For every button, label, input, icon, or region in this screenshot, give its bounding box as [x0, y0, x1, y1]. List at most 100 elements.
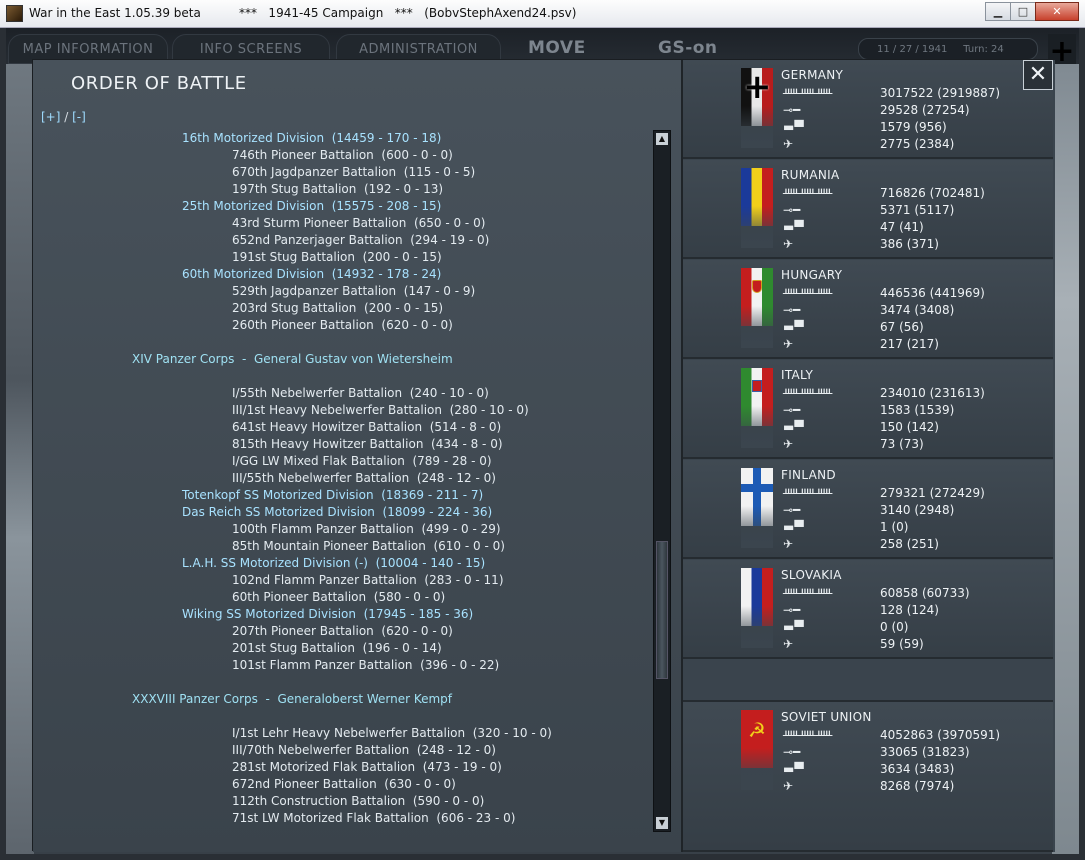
battalion-row[interactable]: 815th Heavy Howitzer Battalion (434 - 8 …	[232, 436, 503, 453]
nation-name: GERMANY	[781, 68, 844, 82]
germany-flag-icon: +	[741, 68, 773, 148]
men-count: 234010 (231613)	[880, 386, 985, 400]
tank-icon: ▬▀	[783, 520, 804, 534]
tank-icon: ▬▀	[783, 320, 804, 334]
soldiers-icon: ᚊᚊᚊ	[783, 728, 833, 742]
expand-all-button[interactable]: [+]	[41, 110, 60, 124]
map-background-right	[1052, 64, 1079, 854]
gun-icon: ⊸━	[783, 203, 801, 217]
aircraft-count: 59 (59)	[880, 637, 924, 651]
afv-count: 1 (0)	[880, 520, 909, 534]
battalion-row[interactable]: 529th Jagdpanzer Battalion (147 - 0 - 9)	[232, 283, 475, 300]
italy-flag-icon	[741, 368, 773, 448]
gun-count: 5371 (5117)	[880, 203, 955, 217]
tank-icon: ▬▀	[783, 120, 804, 134]
battalion-row[interactable]: III/55th Nebelwerfer Battalion (248 - 12…	[232, 470, 496, 487]
battalion-row[interactable]: 641st Heavy Howitzer Battalion (514 - 8 …	[232, 419, 501, 436]
battalion-row[interactable]: 201st Stug Battalion (196 - 0 - 14)	[232, 640, 442, 657]
afv-count: 150 (142)	[880, 420, 939, 434]
division-row[interactable]: 16th Motorized Division (14459 - 170 - 1…	[182, 130, 441, 147]
division-row[interactable]: Wiking SS Motorized Division (17945 - 18…	[182, 606, 473, 623]
nation-block-germany[interactable]: + GERMANY ᚊᚊᚊ 3017522 (2919887) ⊸━ 29528 (272…	[683, 60, 1053, 159]
battalion-row[interactable]: III/1st Heavy Nebelwerfer Battalion (280…	[232, 402, 529, 419]
gs-toggle-button[interactable]: GS-on	[658, 38, 718, 58]
battalion-row[interactable]: 670th Jagdpanzer Battalion (115 - 0 - 5)	[232, 164, 475, 181]
battalion-row[interactable]: III/70th Nebelwerfer Battalion (248 - 12…	[232, 742, 496, 759]
nation-name: ITALY	[781, 368, 814, 382]
battalion-row[interactable]: 281st Motorized Flak Battalion (473 - 19…	[232, 759, 502, 776]
men-count: 60858 (60733)	[880, 586, 970, 600]
date-turn-display: 11 / 27 / 1941 Turn: 24	[858, 38, 1038, 60]
battalion-row[interactable]: 85th Mountain Pioneer Battalion (610 - 0…	[232, 538, 505, 555]
aircraft-icon: ✈	[783, 537, 794, 551]
aircraft-icon: ✈	[783, 637, 794, 651]
battalion-row[interactable]: 101st Flamm Panzer Battalion (396 - 0 - …	[232, 657, 499, 674]
aircraft-icon: ✈	[783, 237, 794, 251]
division-row[interactable]: Totenkopf SS Motorized Division (18369 -…	[182, 487, 483, 504]
corps-row[interactable]: XXXVIII Panzer Corps - Generaloberst Wer…	[132, 691, 452, 708]
close-panel-button[interactable]: ✕	[1023, 60, 1053, 90]
battalion-row[interactable]: 112th Construction Battalion (590 - 0 - …	[232, 793, 484, 810]
tank-icon: ▬▀	[783, 220, 804, 234]
aircraft-count: 8268 (7974)	[880, 779, 955, 793]
division-row[interactable]: 25th Motorized Division (15575 - 208 - 1…	[182, 198, 441, 215]
tank-icon: ▬▀	[783, 762, 804, 776]
corps-row[interactable]: XIV Panzer Corps - General Gustav von Wi…	[132, 351, 453, 368]
division-row[interactable]: L.A.H. SS Motorized Division (-) (10004 …	[182, 555, 485, 572]
nation-name: SLOVAKIA	[781, 568, 842, 582]
men-count: 4052863 (3970591)	[880, 728, 1001, 742]
scroll-up-arrow-icon[interactable]: ▲	[656, 133, 668, 145]
unit-list: 16th Motorized Division (14459 - 170 - 1…	[33, 130, 653, 830]
nation-block-slovakia[interactable]: SLOVAKIA ᚊᚊᚊ 60858 (60733) ⊸━ 128 (124) ▬▀ 0 (…	[683, 560, 1053, 659]
turn-text: Turn: 24	[963, 44, 1004, 55]
nation-block-italy[interactable]: ITALY ᚊᚊᚊ 234010 (231613) ⊸━ 1583 (1539) ▬▀ 15…	[683, 360, 1053, 459]
battalion-row[interactable]: I/55th Nebelwerfer Battalion (240 - 10 -…	[232, 385, 489, 402]
soldiers-icon: ᚊᚊᚊ	[783, 286, 833, 300]
battalion-row[interactable]: 207th Pioneer Battalion (620 - 0 - 0)	[232, 623, 453, 640]
division-row[interactable]: Das Reich SS Motorized Division (18099 -…	[182, 504, 492, 521]
collapse-all-button[interactable]: [-]	[72, 110, 86, 124]
move-button[interactable]: MOVE	[528, 38, 586, 58]
gun-count: 3140 (2948)	[880, 503, 955, 517]
slovakia-flag-icon	[741, 568, 773, 648]
afv-count: 47 (41)	[880, 220, 924, 234]
battalion-row[interactable]: 191st Stug Battalion (200 - 0 - 15)	[232, 249, 442, 266]
aircraft-icon: ✈	[783, 337, 794, 351]
gun-count: 33065 (31823)	[880, 745, 970, 759]
battalion-row[interactable]: 100th Flamm Panzer Battalion (499 - 0 - …	[232, 521, 501, 538]
soldiers-icon: ᚊᚊᚊ	[783, 86, 833, 100]
window-title: War in the East 1.05.39 beta *** 1941-45…	[29, 6, 577, 20]
nation-name: HUNGARY	[781, 268, 843, 282]
battalion-row[interactable]: I/1st Lehr Heavy Nebelwerfer Battalion (…	[232, 725, 552, 742]
battalion-row[interactable]: 60th Pioneer Battalion (580 - 0 - 0)	[232, 589, 445, 606]
scroll-thumb[interactable]	[656, 541, 668, 679]
nation-block-hungary[interactable]: HUNGARY ᚊᚊᚊ 446536 (441969) ⊸━ 3474 (3408) ▬▀…	[683, 260, 1053, 359]
division-row[interactable]: 60th Motorized Division (14932 - 178 - 2…	[182, 266, 441, 283]
battalion-row[interactable]: 197th Stug Battalion (192 - 0 - 13)	[232, 181, 443, 198]
battalion-row[interactable]: 203rd Stug Battalion (200 - 0 - 15)	[232, 300, 443, 317]
gun-count: 29528 (27254)	[880, 103, 970, 117]
battalion-row[interactable]: 652nd Panzerjager Battalion (294 - 19 - …	[232, 232, 489, 249]
battalion-row[interactable]: 260th Pioneer Battalion (620 - 0 - 0)	[232, 317, 453, 334]
close-window-button[interactable]: ✕	[1035, 2, 1079, 21]
men-count: 279321 (272429)	[880, 486, 985, 500]
gun-count: 1583 (1539)	[880, 403, 955, 417]
battalion-row[interactable]: 746th Pioneer Battalion (600 - 0 - 0)	[232, 147, 453, 164]
soldiers-icon: ᚊᚊᚊ	[783, 586, 833, 600]
battalion-row[interactable]: 672nd Pioneer Battalion (630 - 0 - 0)	[232, 776, 456, 793]
title-bar[interactable]: War in the East 1.05.39 beta *** 1941-45…	[0, 0, 1085, 28]
aircraft-icon: ✈	[783, 437, 794, 451]
soldiers-icon: ᚊᚊᚊ	[783, 486, 833, 500]
expand-separator: /	[60, 110, 73, 124]
nation-block-soviet[interactable]: ☭ SOVIET UNION ᚊᚊᚊ 4052863 (3970591) ⊸━ 33065…	[683, 700, 1053, 852]
battalion-row[interactable]: I/GG LW Mixed Flak Battalion (789 - 28 -…	[232, 453, 492, 470]
battalion-row[interactable]: 102nd Flamm Panzer Battalion (283 - 0 - …	[232, 572, 504, 589]
nation-block-finland[interactable]: FINLAND ᚊᚊᚊ 279321 (272429) ⊸━ 3140 (2948) ▬▀…	[683, 460, 1053, 559]
battalion-row[interactable]: 43rd Sturm Pioneer Battalion (650 - 0 - …	[232, 215, 485, 232]
battalion-row[interactable]: 71st LW Motorized Flak Battalion (606 - …	[232, 810, 515, 827]
scroll-down-arrow-icon[interactable]: ▼	[656, 817, 668, 829]
maximize-button[interactable]: □	[1010, 2, 1036, 21]
minimize-button[interactable]: ▁	[985, 2, 1011, 21]
list-scrollbar[interactable]: ▲ ▼	[653, 130, 671, 832]
nation-block-rumania[interactable]: RUMANIA ᚊᚊᚊ 716826 (702481) ⊸━ 5371 (5117) ▬▀…	[683, 160, 1053, 259]
